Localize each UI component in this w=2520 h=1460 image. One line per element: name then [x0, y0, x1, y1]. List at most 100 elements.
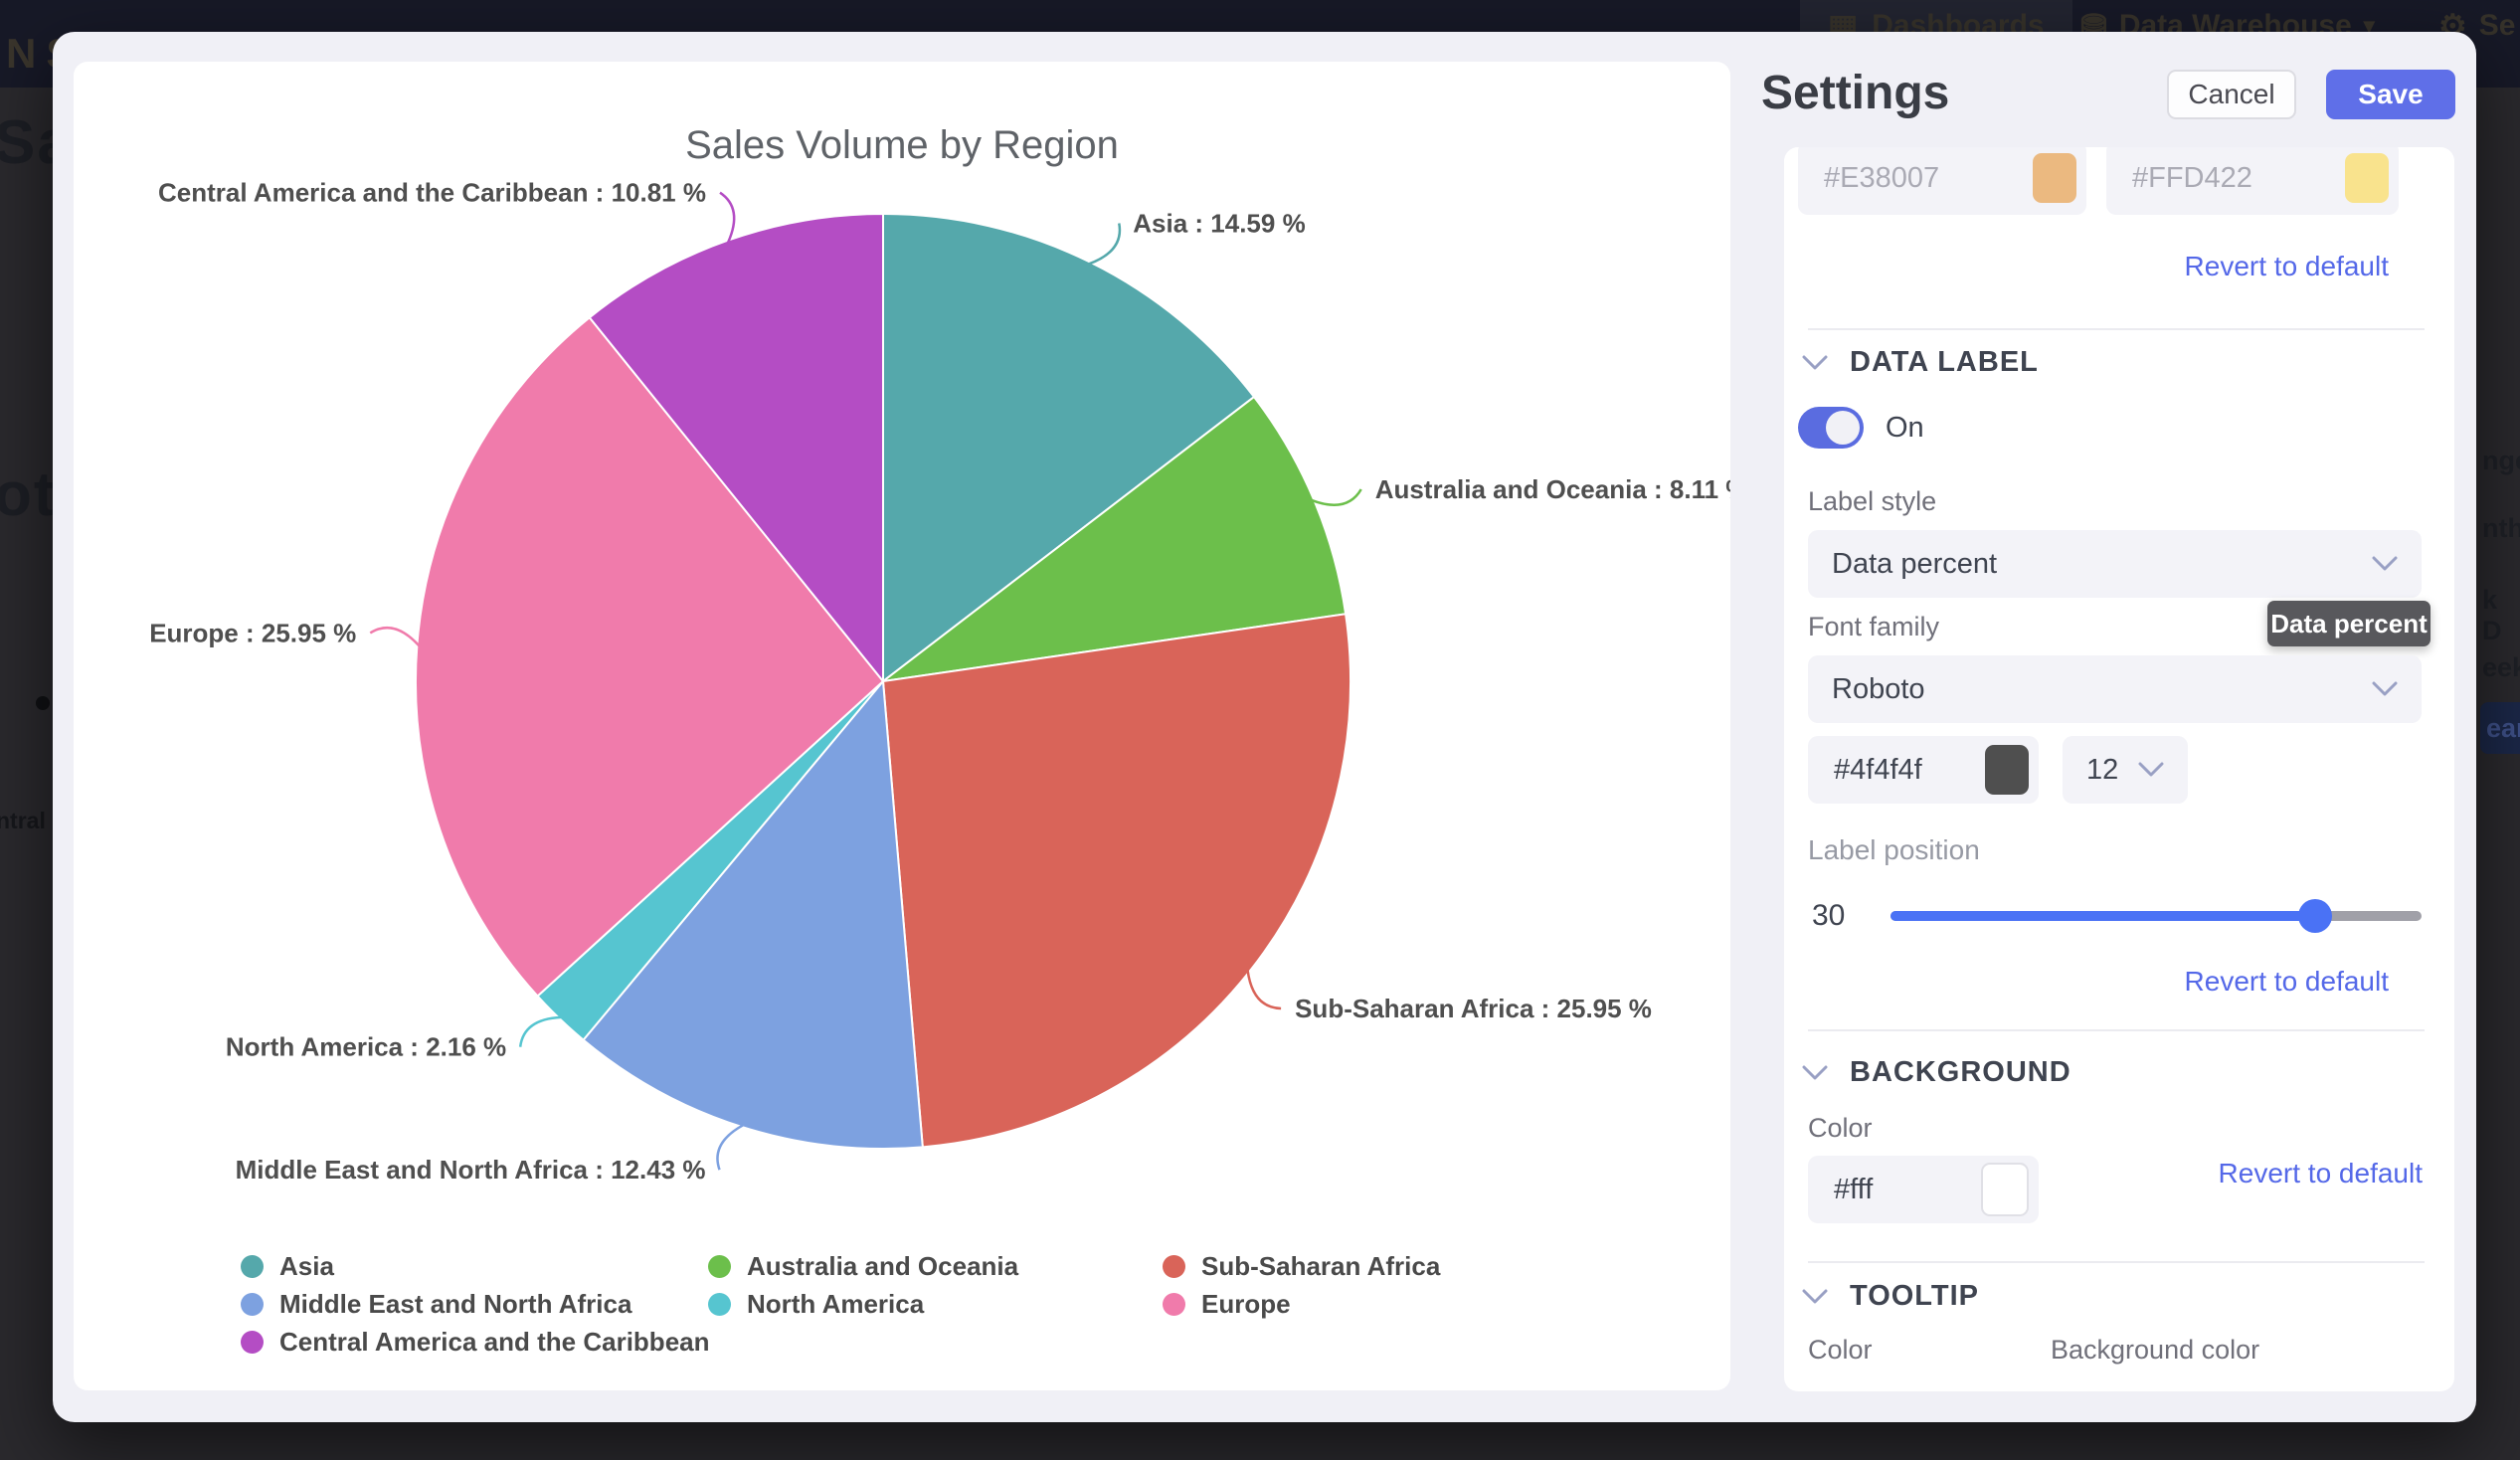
cancel-button[interactable]: Cancel: [2167, 70, 2296, 119]
bg-search-button-fragment: ear: [2480, 702, 2520, 754]
pie-slice-label: Sub-Saharan Africa : 25.95 %: [1295, 994, 1652, 1023]
font-color-value: #4f4f4f: [1808, 754, 1922, 787]
legend-label: Middle East and North Africa: [279, 1289, 631, 1320]
legend-label: Europe: [1201, 1289, 1291, 1320]
series-color-input-1[interactable]: #E38007: [1798, 147, 2086, 215]
chart-settings-modal: Sales Volume by Region Asia : 14.59 %Aus…: [53, 32, 2476, 1422]
pie-slice-label: Australia and Oceania : 8.11 %: [1375, 474, 1730, 504]
color-swatch-2[interactable]: [2345, 153, 2389, 203]
legend-item[interactable]: Europe: [1163, 1289, 1291, 1319]
series-color-value-1: #E38007: [1798, 162, 1939, 195]
section-divider: [1808, 328, 2425, 330]
pie-label-leader: [1248, 971, 1281, 1008]
chevron-down-icon: [2372, 556, 2398, 572]
color-swatch-1[interactable]: [2033, 153, 2076, 203]
legend-color-dot: [708, 1293, 731, 1316]
legend-item[interactable]: Middle East and North Africa: [241, 1289, 631, 1319]
tooltip-bg-color-label: Background color: [2051, 1335, 2259, 1366]
save-button[interactable]: Save: [2326, 70, 2455, 119]
bg-text-fragment: ntral: [0, 808, 46, 834]
slider-fill: [1890, 911, 2315, 921]
background-section-header[interactable]: BACKGROUND: [1802, 1056, 2071, 1089]
label-style-value: Data percent: [1832, 548, 1997, 581]
legend-color-dot: [241, 1331, 264, 1354]
legend-label: Sub-Saharan Africa: [1201, 1251, 1440, 1282]
label-style-select[interactable]: Data percent: [1808, 530, 2422, 598]
section-divider: [1808, 1261, 2425, 1263]
legend-color-dot: [1163, 1293, 1185, 1316]
background-color-label: Color: [1808, 1113, 1873, 1144]
tooltip-color-label: Color: [1808, 1335, 1873, 1366]
legend-item[interactable]: Australia and Oceania: [708, 1251, 1018, 1281]
font-size-select[interactable]: 12: [2063, 736, 2188, 804]
settings-panel-title: Settings: [1761, 66, 1949, 120]
pie-label-leader: [370, 628, 419, 645]
pie-chart[interactable]: Asia : 14.59 % Australia and Oceania : 8.…: [74, 62, 1730, 1390]
toggle-state-label: On: [1886, 412, 1924, 445]
data-label-section-title: DATA LABEL: [1850, 346, 2039, 379]
legend-label: Australia and Oceania: [747, 1251, 1018, 1282]
chart-card: Sales Volume by Region Asia : 14.59 %Aus…: [74, 62, 1730, 1390]
pie-slice-label: Europe : 25.95 %: [149, 618, 356, 647]
background-color-value: #fff: [1808, 1174, 1873, 1206]
revert-to-default-link[interactable]: Revert to default: [2219, 1158, 2423, 1189]
legend-label: Asia: [279, 1251, 334, 1282]
legend-color-dot: [708, 1255, 731, 1278]
settings-card: #E38007 #FFD422 Revert to default DATA L…: [1784, 147, 2454, 1391]
data-label-section-header[interactable]: DATA LABEL: [1802, 346, 2039, 379]
data-label-toggle[interactable]: [1798, 407, 1864, 449]
font-size-value: 12: [2086, 754, 2118, 787]
background-color-input[interactable]: #fff: [1808, 1156, 2039, 1223]
legend-color-dot: [241, 1255, 264, 1278]
pie-label-leader: [1312, 489, 1361, 505]
label-style-label: Label style: [1808, 486, 1936, 517]
chevron-down-icon[interactable]: [1802, 1289, 1828, 1305]
tooltip-section-header[interactable]: TOOLTIP: [1802, 1280, 1979, 1313]
chevron-down-icon: [2138, 762, 2164, 778]
revert-to-default-link[interactable]: Revert to default: [2185, 251, 2389, 282]
legend-item[interactable]: North America: [708, 1289, 924, 1319]
legend-color-dot: [241, 1293, 264, 1316]
background-color-swatch[interactable]: [1981, 1163, 2029, 1216]
bg-bullet-dot: [36, 696, 50, 710]
chevron-down-icon[interactable]: [1802, 355, 1828, 371]
pie-label-leader: [717, 1125, 743, 1170]
revert-to-default-link[interactable]: Revert to default: [2185, 966, 2389, 998]
section-divider: [1808, 1029, 2425, 1031]
legend-label: North America: [747, 1289, 924, 1320]
series-color-input-2[interactable]: #FFD422: [2106, 147, 2399, 215]
label-position-slider[interactable]: [1890, 911, 2422, 921]
toggle-knob: [1826, 411, 1860, 445]
legend-item[interactable]: Central America and the Caribbean: [241, 1327, 710, 1357]
bg-text-fragment: nth: [2482, 513, 2520, 544]
font-color-input[interactable]: #4f4f4f: [1808, 736, 2039, 804]
label-position-label: Label position: [1808, 834, 1980, 866]
select-tooltip: Data percent: [2267, 601, 2430, 646]
pie-slice-label: Asia : 14.59 %: [1133, 209, 1305, 239]
nav-settings-label: Se: [2479, 9, 2516, 43]
bg-text-fragment: k D: [2482, 585, 2520, 646]
screen: NSIDER ▦ Dashboards ⛃ Data Warehouse ▾ ⚙…: [0, 0, 2520, 1460]
bg-text-fragment: eek: [2482, 652, 2520, 683]
font-family-value: Roboto: [1832, 673, 1925, 706]
series-color-value-2: #FFD422: [2106, 162, 2252, 195]
chevron-down-icon: [2372, 681, 2398, 697]
chevron-down-icon[interactable]: [1802, 1065, 1828, 1081]
pie-label-leader: [1089, 224, 1120, 265]
bg-text-fragment: nge: [2482, 446, 2520, 476]
label-position-value: 30: [1812, 899, 1845, 933]
legend-item[interactable]: Asia: [241, 1251, 334, 1281]
pie-label-leader: [520, 1017, 561, 1047]
font-family-select[interactable]: Roboto: [1808, 655, 2422, 723]
legend-item[interactable]: Sub-Saharan Africa: [1163, 1251, 1440, 1281]
legend-color-dot: [1163, 1255, 1185, 1278]
pie-slice-label: Middle East and North Africa : 12.43 %: [236, 1155, 706, 1185]
slider-thumb[interactable]: [2298, 899, 2332, 933]
font-color-swatch[interactable]: [1985, 745, 2029, 795]
pie-label-leader: [720, 193, 734, 243]
pie-slice-label: Central America and the Caribbean : 10.8…: [158, 178, 706, 208]
tooltip-section-title: TOOLTIP: [1850, 1280, 1979, 1313]
font-family-label: Font family: [1808, 612, 1939, 642]
pie-slice-label: North America : 2.16 %: [226, 1032, 506, 1062]
pie-slice[interactable]: [883, 614, 1350, 1147]
